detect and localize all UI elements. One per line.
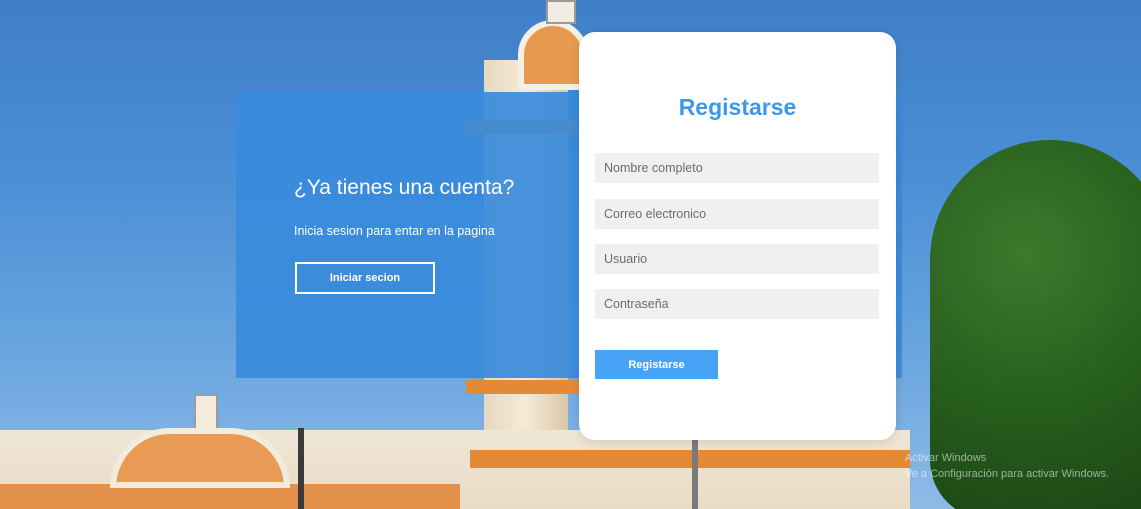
username-input[interactable] [595,244,879,274]
register-card: Registarse Registarse [579,32,896,440]
utility-pole [692,440,698,509]
watermark-line-1: Activar Windows [905,452,987,464]
login-prompt-title: ¿Ya tienes una cuenta? [294,176,515,199]
tower-lantern [546,0,576,24]
password-input[interactable] [595,289,879,319]
email-input[interactable] [595,199,879,229]
login-button[interactable]: Iniciar secion [295,262,435,294]
small-dome [110,428,290,488]
login-prompt-text: Inicia sesion para entar en la pagina [294,224,495,238]
register-submit-button[interactable]: Registarse [595,350,718,379]
full-name-input[interactable] [595,153,879,183]
utility-pole [298,428,304,509]
building-stripe [470,450,910,468]
watermark-line-2: Ve a Configuración para activar Windows. [905,468,1110,480]
windows-activation-watermark: Activar Windows Ve a Configuración para … [905,450,1135,482]
tower-dome [518,20,588,90]
register-title: Registarse [678,94,797,120]
tower-band [466,380,586,394]
small-dome-lantern [194,394,218,430]
